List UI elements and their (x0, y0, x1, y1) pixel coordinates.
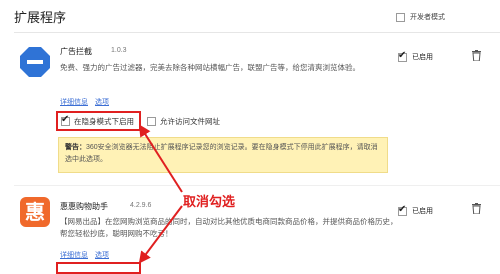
arrow-down (138, 205, 183, 264)
annotation-arrows (138, 124, 183, 264)
arrow-up (138, 124, 183, 193)
